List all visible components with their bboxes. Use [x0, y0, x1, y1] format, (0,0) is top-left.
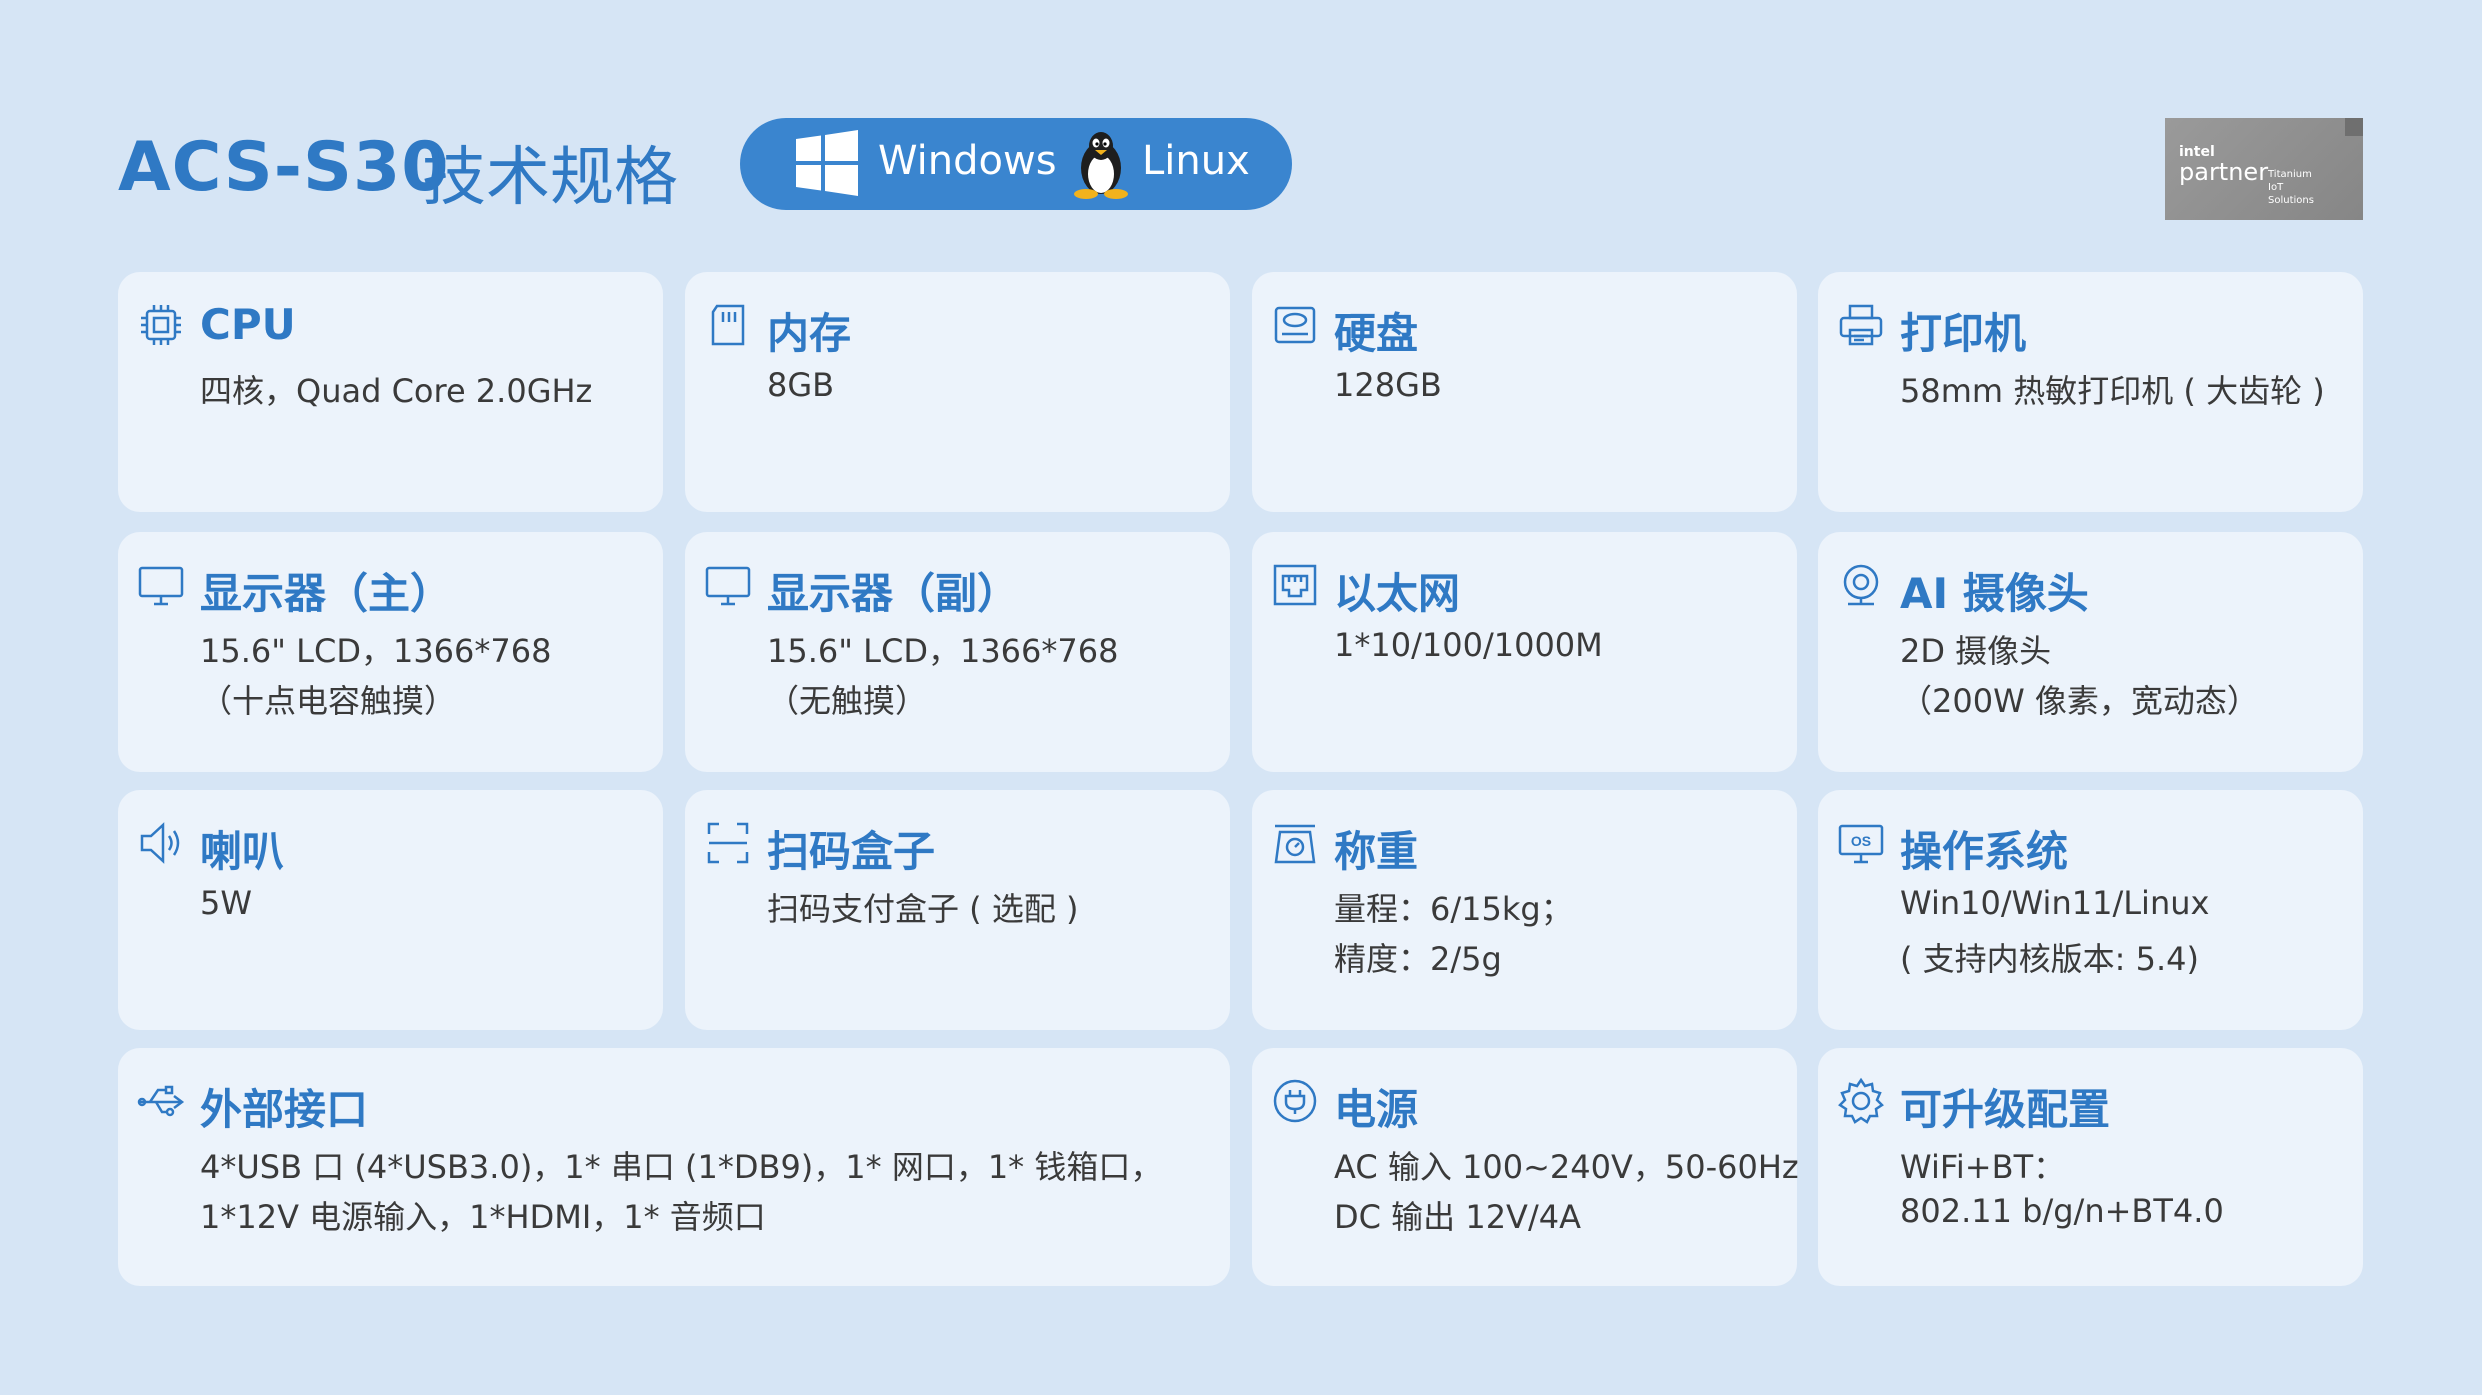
- spec-card-power: 电源 AC 输入 100~240V，50-60Hz DC 输出 12V/4A: [1252, 1048, 1799, 1286]
- spec-value: 15.6" LCD，1366*768: [200, 632, 552, 670]
- spec-note: 精度：2/5g: [1334, 940, 1502, 978]
- spec-card-weighing: 称重 量程：6/15kg； 精度：2/5g: [1252, 790, 1797, 1030]
- spec-note: DC 输出 12V/4A: [1334, 1198, 1581, 1236]
- speaker-icon: [136, 818, 186, 868]
- spec-card-sub-display: 显示器（副） 15.6" LCD，1366*768 （无触摸）: [685, 532, 1230, 772]
- monitor-icon: [136, 560, 186, 610]
- spec-value: 扫码支付盒子 ( 选配 ): [767, 890, 1079, 928]
- spec-card-upgrades: 可升级配置 WiFi+BT： 802.11 b/g/n+BT4.0: [1818, 1048, 2363, 1286]
- power-plug-icon: [1270, 1076, 1320, 1126]
- spec-title: 喇叭: [200, 827, 285, 876]
- spec-title: 显示器（副）: [767, 569, 1020, 618]
- os-support-pill: Windows Linux: [740, 118, 1292, 210]
- spec-title: 外部接口: [200, 1085, 369, 1134]
- spec-value: 4*USB 口 (4*USB3.0)，1* 串口 (1*DB9)，1* 网口，1…: [200, 1148, 1163, 1186]
- memory-card-icon: [703, 300, 753, 350]
- spec-value: 15.6" LCD，1366*768: [767, 632, 1119, 670]
- model-name: ACS-S30: [118, 128, 450, 207]
- ethernet-icon: [1270, 560, 1320, 610]
- spec-card-scanner: 扫码盒子 扫码支付盒子 ( 选配 ): [685, 790, 1230, 1030]
- spec-value: 5W: [200, 884, 252, 922]
- partner-tier: Titanium IoT Solutions: [2268, 169, 2314, 206]
- spec-card-ethernet: 以太网 1*10/100/1000M: [1252, 532, 1797, 772]
- spec-value: 2D 摄像头: [1900, 632, 2052, 670]
- cpu-icon: [136, 300, 186, 350]
- spec-title: AI 摄像头: [1900, 569, 2089, 618]
- spec-value: 58mm 热敏打印机 ( 大齿轮 ): [1900, 372, 2325, 410]
- spec-title: CPU: [200, 300, 296, 349]
- gear-icon: [1836, 1076, 1886, 1126]
- intel-partner-badge: intel partner Titanium IoT Solutions: [2165, 118, 2363, 220]
- scale-icon: [1270, 818, 1320, 868]
- spec-title: 硬盘: [1334, 309, 1419, 358]
- windows-logo-icon: [794, 130, 860, 196]
- spec-card-main-display: 显示器（主） 15.6" LCD，1366*768 （十点电容触摸）: [118, 532, 663, 772]
- spec-note: （200W 像素，宽动态）: [1900, 682, 2259, 720]
- windows-label: Windows: [878, 138, 1057, 184]
- spec-value: 1*10/100/1000M: [1334, 626, 1603, 664]
- spec-card-memory: 内存 8GB: [685, 272, 1230, 512]
- hard-disk-icon: [1270, 300, 1320, 350]
- spec-title: 内存: [767, 309, 852, 358]
- spec-note: 802.11 b/g/n+BT4.0: [1900, 1192, 2224, 1230]
- linux-tux-icon: [1072, 128, 1130, 200]
- page-title: 技术规格: [422, 141, 678, 215]
- spec-value: 量程：6/15kg；: [1334, 890, 1573, 928]
- partner-label: partner: [2179, 158, 2269, 186]
- spec-card-camera: AI 摄像头 2D 摄像头 （200W 像素，宽动态）: [1818, 532, 2363, 772]
- spec-value: WiFi+BT：: [1900, 1148, 2066, 1186]
- usb-icon: [136, 1076, 186, 1126]
- spec-card-cpu: CPU 四核，Quad Core 2.0GHz: [118, 272, 663, 512]
- spec-title: 打印机: [1900, 309, 2027, 358]
- spec-note: 1*12V 电源输入，1*HDMI，1* 音频口: [200, 1198, 766, 1236]
- scan-icon: [703, 818, 753, 868]
- header: ACS-S30 技术规格 Windows Linux intel partner…: [0, 0, 2482, 240]
- spec-note: （十点电容触摸）: [200, 682, 457, 720]
- spec-title: 可升级配置: [1900, 1085, 2111, 1134]
- spec-card-os: OS 操作系统 Win10/Win11/Linux ( 支持内核版本: 5.4): [1818, 790, 2363, 1030]
- spec-value: 128GB: [1334, 366, 1442, 404]
- spec-value: 8GB: [767, 366, 835, 404]
- monitor-icon: [703, 560, 753, 610]
- spec-card-storage: 硬盘 128GB: [1252, 272, 1797, 512]
- spec-card-printer: 打印机 58mm 热敏打印机 ( 大齿轮 ): [1818, 272, 2363, 512]
- spec-title: 显示器（主）: [200, 569, 453, 618]
- os-icon: OS: [1836, 818, 1886, 868]
- spec-card-speaker: 喇叭 5W: [118, 790, 663, 1030]
- camera-icon: [1836, 560, 1886, 610]
- spec-title: 称重: [1334, 827, 1419, 876]
- spec-note: （无触摸）: [767, 682, 928, 720]
- spec-title: 扫码盒子: [767, 827, 936, 876]
- svg-text:OS: OS: [1851, 833, 1871, 849]
- spec-value: Win10/Win11/Linux: [1900, 884, 2210, 922]
- linux-label: Linux: [1142, 138, 1250, 184]
- spec-value: AC 输入 100~240V，50-60Hz: [1334, 1148, 1799, 1186]
- spec-title: 以太网: [1334, 569, 1461, 618]
- printer-icon: [1836, 300, 1886, 350]
- spec-note: ( 支持内核版本: 5.4): [1900, 940, 2199, 978]
- spec-title: 操作系统: [1900, 827, 2069, 876]
- spec-title: 电源: [1334, 1085, 1419, 1134]
- spec-value: 四核，Quad Core 2.0GHz: [200, 372, 593, 410]
- spec-card-external-ports: 外部接口 4*USB 口 (4*USB3.0)，1* 串口 (1*DB9)，1*…: [118, 1048, 1230, 1286]
